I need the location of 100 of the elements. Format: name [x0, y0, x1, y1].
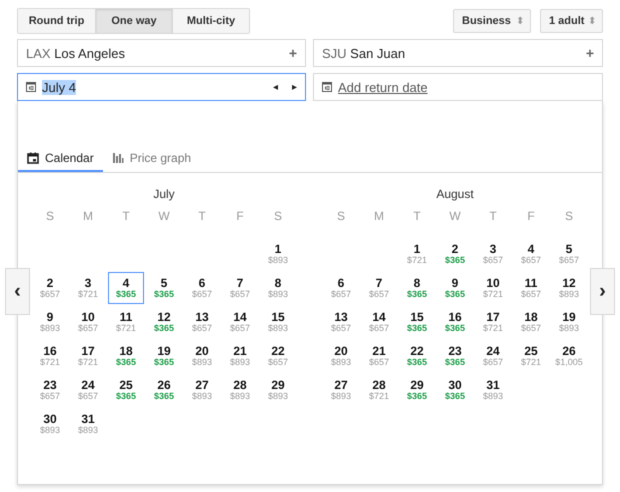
weekday-label: F: [526, 209, 536, 225]
destination-field[interactable]: SJU San Juan +: [313, 39, 603, 67]
day-cell[interactable]: 15 $365: [399, 306, 435, 338]
day-cell[interactable]: 9 $365: [437, 272, 473, 304]
day-cell[interactable]: 31 $893: [70, 408, 106, 440]
airport-value: LAX Los Angeles: [26, 46, 126, 60]
weekday-label: W: [448, 209, 462, 225]
weekday-label: W: [157, 209, 171, 225]
day-cell[interactable]: 14 $657: [361, 306, 397, 338]
day-cell[interactable]: 20 $893: [184, 340, 220, 372]
weekday-label: S: [564, 209, 574, 225]
day-cell[interactable]: 29 $365: [399, 374, 435, 406]
day-cell[interactable]: 22 $657: [260, 340, 296, 372]
day-cell[interactable]: 26 $1,005: [551, 340, 587, 372]
trip-type-option[interactable]: One way: [96, 8, 173, 32]
day-cell[interactable]: 9 $893: [32, 306, 68, 338]
day-cell[interactable]: 6 $657: [323, 272, 359, 304]
add-return-date-link[interactable]: Add return date: [338, 80, 428, 94]
day-cell[interactable]: 18 $657: [513, 306, 549, 338]
day-cell[interactable]: 6 $657: [184, 272, 220, 304]
calendar-icon: [26, 82, 36, 92]
day-cell[interactable]: 2 $657: [32, 272, 68, 304]
day-cell[interactable]: 2 $365: [437, 238, 473, 270]
month-title: August: [435, 187, 475, 203]
calendar-icon: [27, 152, 39, 164]
day-cell[interactable]: 11 $721: [108, 306, 144, 338]
dropdown[interactable]: 1 adult ⬍: [540, 8, 603, 32]
day-cell[interactable]: 5 $365: [146, 272, 182, 304]
day-cell[interactable]: 13 $657: [184, 306, 220, 338]
day-cell[interactable]: 16 $365: [437, 306, 473, 338]
day-cell[interactable]: 8 $365: [399, 272, 435, 304]
day-cell[interactable]: 8 $893: [260, 272, 296, 304]
day-cell[interactable]: 10 $721: [475, 272, 511, 304]
day-cell[interactable]: 12 $893: [551, 272, 587, 304]
day-cell[interactable]: 28 $893: [222, 374, 258, 406]
day-cell[interactable]: 12 $365: [146, 306, 182, 338]
day-cell[interactable]: 10 $657: [70, 306, 106, 338]
day-cell[interactable]: 23 $365: [437, 340, 473, 372]
day-cell[interactable]: 31 $893: [475, 374, 511, 406]
day-cell[interactable]: 4 $657: [513, 238, 549, 270]
trip-type-option[interactable]: Round trip: [18, 8, 96, 32]
day-cell[interactable]: 17 $721: [475, 306, 511, 338]
day-cell[interactable]: 28 $721: [361, 374, 397, 406]
day-cell[interactable]: 23 $657: [32, 374, 68, 406]
plus-icon[interactable]: +: [586, 45, 594, 61]
previous-day-arrow[interactable]: ◂: [273, 81, 278, 93]
day-cell[interactable]: 26 $365: [146, 374, 182, 406]
day-cell[interactable]: 7 $657: [222, 272, 258, 304]
next-month-button[interactable]: ›: [590, 268, 615, 315]
day-cell[interactable]: 21 $657: [361, 340, 397, 372]
return-date-field[interactable]: Add return date: [313, 73, 603, 101]
day-cell[interactable]: 1 $721: [399, 238, 435, 270]
weekday-label: S: [44, 209, 55, 225]
day-cell[interactable]: 19 $893: [551, 306, 587, 338]
day-cell[interactable]: 11 $657: [513, 272, 549, 304]
departure-date-field[interactable]: July 4 ◂ ▸: [17, 73, 306, 101]
day-cell[interactable]: 24 $657: [475, 340, 511, 372]
trip-type-option[interactable]: Multi-city: [173, 8, 249, 32]
day-cell[interactable]: 19 $365: [146, 340, 182, 372]
view-tab[interactable]: Price graph: [102, 145, 200, 172]
weekday-label: T: [412, 209, 422, 225]
day-cell[interactable]: 24 $657: [70, 374, 106, 406]
day-cell[interactable]: 30 $365: [437, 374, 473, 406]
day-cell[interactable]: 3 $657: [475, 238, 511, 270]
day-cell[interactable]: 29 $893: [260, 374, 296, 406]
weekday-label: M: [82, 209, 94, 225]
dropdown[interactable]: Business ⬍: [453, 8, 531, 32]
bar-chart-icon: [112, 152, 124, 164]
day-cell[interactable]: 3 $721: [70, 272, 106, 304]
next-day-arrow[interactable]: ▸: [292, 81, 297, 93]
day-cell[interactable]: 16 $721: [32, 340, 68, 372]
updown-icon: ⬍: [516, 14, 524, 26]
day-cell[interactable]: 27 $893: [323, 374, 359, 406]
month-title: July: [152, 187, 176, 203]
day-cell[interactable]: 25 $365: [108, 374, 144, 406]
day-cell[interactable]: 5 $657: [551, 238, 587, 270]
day-cell[interactable]: 30 $893: [32, 408, 68, 440]
day-cell[interactable]: 25 $721: [513, 340, 549, 372]
day-cell[interactable]: 17 $721: [70, 340, 106, 372]
day-cell[interactable]: 21 $893: [222, 340, 258, 372]
weekday-label: T: [488, 209, 498, 225]
day-cell[interactable]: 13 $657: [323, 306, 359, 338]
day-cell[interactable]: 27 $893: [184, 374, 220, 406]
day-cell[interactable]: 22 $365: [399, 340, 435, 372]
day-cell[interactable]: 20 $893: [323, 340, 359, 372]
day-cell[interactable]: 7 $657: [361, 272, 397, 304]
calendar-icon: [322, 82, 332, 92]
day-cell[interactable]: 1 $893: [260, 238, 296, 270]
day-cell[interactable]: 4 $365: [108, 272, 144, 304]
date-value: July 4: [42, 80, 76, 94]
weekday-label: S: [272, 209, 283, 225]
day-cell[interactable]: 15 $893: [260, 306, 296, 338]
view-tab[interactable]: Calendar: [18, 145, 103, 172]
plus-icon[interactable]: +: [288, 45, 297, 61]
day-cell[interactable]: 14 $657: [222, 306, 258, 338]
day-cell[interactable]: 18 $365: [108, 340, 144, 372]
previous-month-button[interactable]: ‹: [5, 268, 30, 315]
weekday-label: S: [336, 209, 346, 225]
origin-field[interactable]: LAX Los Angeles +: [17, 39, 306, 67]
airport-value: SJU San Juan: [322, 46, 406, 60]
